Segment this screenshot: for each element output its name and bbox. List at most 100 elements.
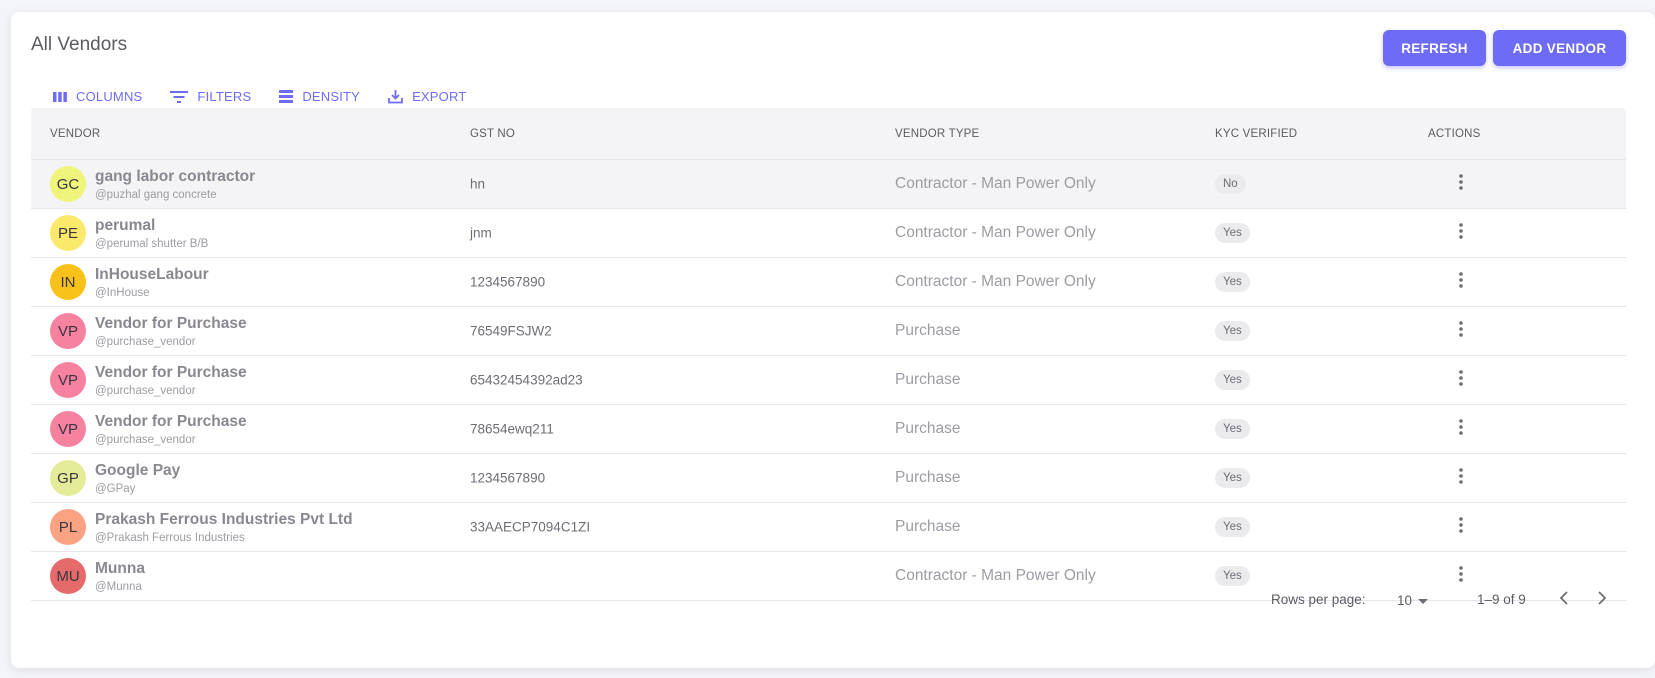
columns-label: COLUMNS: [76, 89, 143, 104]
vendor-username: @puzhal gang concrete: [95, 189, 217, 201]
row-actions-button[interactable]: [1449, 466, 1473, 490]
table-row[interactable]: VP Vendor for Purchase @purchase_vendor 654…: [31, 356, 1626, 405]
gst-number: jnm: [470, 225, 492, 241]
columns-button[interactable]: COLUMNS: [49, 86, 146, 107]
more-vertical-icon: [1459, 467, 1463, 489]
gst-number: 33AAECP7094C1ZI: [470, 519, 591, 535]
vendor-name: Vendor for Purchase: [95, 413, 247, 430]
refresh-button[interactable]: REFRESH: [1383, 30, 1486, 66]
vendor-name: Prakash Ferrous Industries Pvt Ltd: [95, 511, 353, 528]
vendor-name: gang labor contractor: [95, 168, 256, 185]
vendor-name: InHouseLabour: [95, 266, 209, 283]
grid-toolbar: COLUMNS FILTERS DENSITY EXPORT: [49, 86, 470, 107]
column-header-vendor[interactable]: VENDOR: [50, 128, 100, 140]
row-actions-button[interactable]: [1449, 172, 1473, 196]
more-vertical-icon: [1459, 418, 1463, 440]
vendor-name: Vendor for Purchase: [95, 364, 247, 381]
pagination-range: 1–9 of 9: [1477, 592, 1526, 607]
row-actions-button[interactable]: [1449, 515, 1473, 539]
chevron-left-icon: [1559, 590, 1569, 610]
download-icon: [388, 89, 403, 104]
pagination: Rows per page: 10 1–9 of 9: [31, 580, 1626, 620]
vendor-name: Munna: [95, 560, 145, 577]
table-row[interactable]: PL Prakash Ferrous Industries Pvt Ltd @Pra…: [31, 503, 1626, 552]
table-row[interactable]: GC gang labor contractor @puzhal gang conc…: [31, 160, 1626, 209]
rows-per-page-value: 10: [1397, 592, 1413, 608]
export-label: EXPORT: [412, 89, 467, 104]
more-vertical-icon: [1459, 222, 1463, 244]
avatar: VP: [50, 313, 86, 349]
kyc-status-chip: Yes: [1215, 370, 1250, 390]
vendor-type: Purchase: [895, 322, 961, 339]
vendor-type: Purchase: [895, 518, 961, 535]
more-vertical-icon: [1459, 369, 1463, 391]
filters-label: FILTERS: [197, 89, 252, 104]
vendor-username: @perumal shutter B/B: [95, 238, 209, 250]
page-title: All Vendors: [31, 34, 128, 55]
gst-number: 1234567890: [470, 470, 546, 486]
vendor-name: perumal: [95, 217, 156, 234]
columns-icon: [53, 91, 67, 103]
kyc-status-chip: Yes: [1215, 321, 1250, 341]
column-header-kyc[interactable]: KYC VERIFIED: [1215, 128, 1297, 140]
vendor-username: @purchase_vendor: [95, 385, 196, 397]
vendor-name: Google Pay: [95, 462, 181, 479]
next-page-button[interactable]: [1590, 588, 1614, 612]
rows-per-page-label: Rows per page:: [1271, 592, 1366, 607]
avatar: PE: [50, 215, 86, 251]
export-button[interactable]: EXPORT: [384, 86, 470, 107]
vendor-username: @GPay: [95, 483, 136, 495]
vendor-type: Contractor - Man Power Only: [895, 175, 1096, 192]
filter-icon: [170, 90, 189, 104]
density-button[interactable]: DENSITY: [275, 86, 364, 107]
gst-number: hn: [470, 176, 486, 192]
more-vertical-icon: [1459, 271, 1463, 293]
column-header-actions: ACTIONS: [1428, 127, 1481, 140]
vendor-type: Contractor - Man Power Only: [895, 273, 1096, 290]
row-actions-button[interactable]: [1449, 221, 1473, 245]
column-header-vendor-type[interactable]: VENDOR TYPE: [895, 128, 979, 140]
filters-button[interactable]: FILTERS: [166, 86, 255, 107]
table-body: GC gang labor contractor @puzhal gang conc…: [31, 160, 1626, 601]
density-icon: [279, 90, 294, 103]
kyc-status-chip: No: [1215, 174, 1246, 194]
gst-number: 78654ewq211: [470, 421, 554, 437]
density-label: DENSITY: [302, 89, 361, 104]
avatar: GP: [50, 460, 86, 496]
vendor-username: @Prakash Ferrous Industries: [95, 532, 245, 544]
vendor-username: @purchase_vendor: [95, 336, 196, 348]
more-vertical-icon: [1459, 516, 1463, 538]
gst-number: 65432454392ad23: [470, 372, 583, 388]
vendor-username: @InHouse: [95, 287, 150, 299]
avatar: VP: [50, 411, 86, 447]
more-vertical-icon: [1459, 320, 1463, 342]
previous-page-button[interactable]: [1552, 588, 1576, 612]
vendor-type: Purchase: [895, 371, 961, 388]
kyc-status-chip: Yes: [1215, 468, 1250, 488]
chevron-right-icon: [1597, 590, 1607, 610]
vendor-type: Purchase: [895, 420, 961, 437]
column-header-gst[interactable]: GST NO: [470, 128, 515, 140]
table-row[interactable]: GP Google Pay @GPay 1234567890 Purchase Yes: [31, 454, 1626, 503]
table-row[interactable]: VP Vendor for Purchase @purchase_vendor 765…: [31, 307, 1626, 356]
add-vendor-button[interactable]: ADD VENDOR: [1493, 30, 1626, 66]
avatar: IN: [50, 264, 86, 300]
vendor-username: @purchase_vendor: [95, 434, 196, 446]
avatar: GC: [50, 166, 86, 202]
vendors-table: VENDOR GST NO VENDOR TYPE KYC VERIFIED A…: [31, 108, 1626, 601]
row-actions-button[interactable]: [1449, 417, 1473, 441]
row-actions-button[interactable]: [1449, 319, 1473, 343]
kyc-status-chip: Yes: [1215, 517, 1250, 537]
vendors-card: All Vendors REFRESH ADD VENDOR COLUMNS F…: [11, 12, 1655, 668]
avatar: VP: [50, 362, 86, 398]
table-row[interactable]: IN InHouseLabour @InHouse 1234567890 Contrac…: [31, 258, 1626, 307]
table-row[interactable]: PE perumal @perumal shutter B/B jnm Contract…: [31, 209, 1626, 258]
row-actions-button[interactable]: [1449, 270, 1473, 294]
table-row[interactable]: VP Vendor for Purchase @purchase_vendor 786…: [31, 405, 1626, 454]
more-vertical-icon: [1459, 173, 1463, 195]
rows-per-page-select[interactable]: 10: [1397, 588, 1443, 612]
vendor-type: Purchase: [895, 469, 961, 486]
row-actions-button[interactable]: [1449, 368, 1473, 392]
vendor-name: Vendor for Purchase: [95, 315, 247, 332]
kyc-status-chip: Yes: [1215, 419, 1250, 439]
